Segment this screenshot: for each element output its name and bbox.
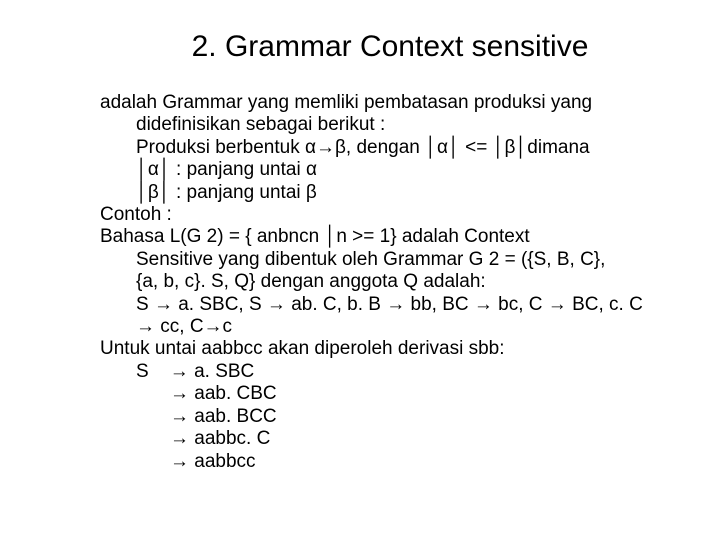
- line-3: Produksi berbentuk α→β, dengan │α│ <= │β…: [100, 137, 680, 159]
- line-12: Untuk untai aabbcc akan diperoleh deriva…: [100, 338, 680, 360]
- deriv-2: → aab. CBC: [100, 383, 680, 405]
- deriv-4: → aabbc. C: [100, 428, 680, 450]
- line-9: {a, b, c}. S, Q} dengan anggota Q adalah…: [100, 271, 680, 293]
- line-7: Bahasa L(G 2) = { anbncn │n >= 1} adalah…: [100, 226, 680, 248]
- line-8: Sensitive yang dibentuk oleh Grammar G 2…: [100, 249, 680, 271]
- line-10: S → a. SBC, S → ab. C, b. B → bb, BC → b…: [100, 294, 680, 316]
- line-2: didefinisikan sebagai berikut :: [100, 114, 680, 136]
- slide-body: adalah Grammar yang memliki pembatasan p…: [40, 92, 680, 473]
- slide-title: 2. Grammar Context sensitive: [40, 30, 680, 64]
- line-11: → cc, C→c: [100, 316, 680, 338]
- deriv-1: S → a. SBC: [100, 361, 680, 383]
- deriv-5: → aabbcc: [100, 451, 680, 473]
- line-6: Contoh :: [100, 204, 680, 226]
- deriv-3: → aab. BCC: [100, 406, 680, 428]
- line-4: │α│ : panjang untai α: [100, 159, 680, 181]
- line-5: │β│ : panjang untai β: [100, 182, 680, 204]
- line-1: adalah Grammar yang memliki pembatasan p…: [100, 92, 680, 114]
